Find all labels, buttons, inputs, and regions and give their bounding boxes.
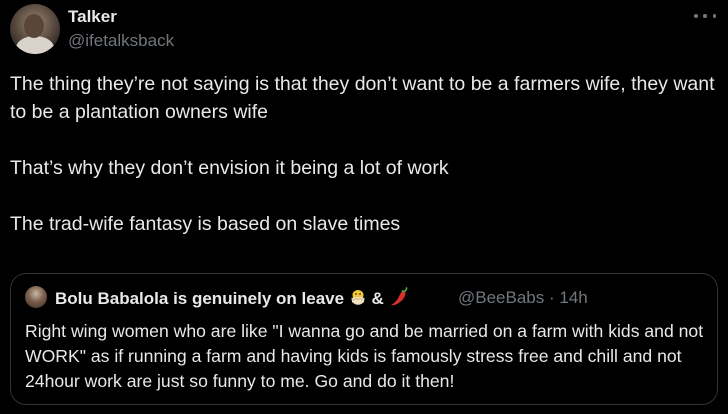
quoted-author-name: Bolu Babalola is genuinely on leave & — [55, 287, 409, 313]
quoted-tweet-card[interactable]: Bolu Babalola is genuinely on leave & @B… — [10, 273, 718, 405]
quoted-author-avatar — [25, 286, 47, 308]
tweet-paragraph: The thing they’re not saying is that the… — [10, 73, 715, 123]
author-avatar[interactable] — [10, 4, 60, 54]
quoted-author-name-symbol: & — [371, 289, 384, 308]
tweet-body: The thing they’re not saying is that the… — [10, 70, 722, 238]
tweet-paragraph: The trad-wife fantasy is based on slave … — [10, 213, 401, 235]
author-handle[interactable]: @ifetalksback — [68, 31, 174, 51]
quoted-author-handle-time: @BeeBabs · 14h — [458, 288, 588, 307]
author-display-name[interactable]: Talker — [68, 7, 117, 27]
quoted-tweet-text: Right wing women who are like "I wanna g… — [25, 321, 704, 391]
hatching-chick-emoji — [349, 287, 367, 313]
more-options-icon[interactable] — [694, 8, 716, 24]
tweet-paragraph: That’s why they don’t envision it being … — [10, 157, 449, 179]
quoted-author-name-text: Bolu Babalola is genuinely on leave — [55, 289, 345, 308]
chili-pepper-emoji — [389, 287, 409, 313]
